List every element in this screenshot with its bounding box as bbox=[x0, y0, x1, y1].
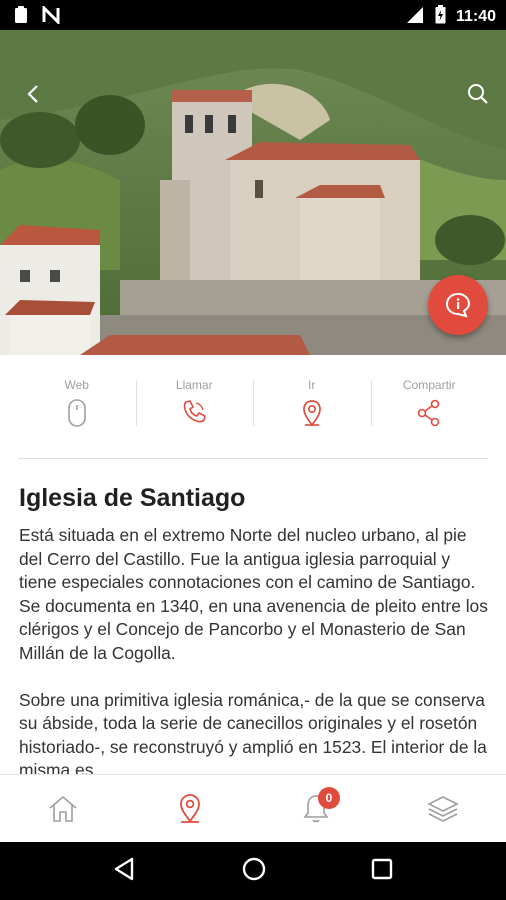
search-button[interactable] bbox=[462, 78, 494, 110]
action-call-label: Llamar bbox=[175, 378, 213, 392]
square-recents-icon bbox=[372, 858, 393, 879]
back-button[interactable] bbox=[18, 78, 50, 110]
location-pin-icon bbox=[300, 398, 324, 431]
action-go-label: Ir bbox=[308, 378, 316, 392]
nav-notifications[interactable]: 0 bbox=[253, 775, 380, 843]
battery-icon bbox=[435, 5, 446, 29]
triangle-back-icon bbox=[114, 857, 133, 880]
status-bar: 11:40 bbox=[0, 0, 506, 30]
nav-map[interactable] bbox=[127, 775, 254, 843]
system-home-button[interactable] bbox=[241, 856, 267, 887]
info-chat-button[interactable] bbox=[428, 275, 488, 335]
clock: 11:40 bbox=[455, 8, 496, 25]
system-back-button[interactable] bbox=[112, 856, 138, 887]
circle-home-icon bbox=[242, 857, 266, 880]
action-go[interactable]: Ir bbox=[253, 372, 371, 438]
home-icon bbox=[49, 795, 77, 822]
mouse-icon bbox=[66, 398, 88, 431]
clipboard-icon bbox=[14, 6, 28, 29]
nav-layers[interactable] bbox=[380, 775, 506, 843]
article-content: Iglesia de Santiago Está situada en el e… bbox=[19, 470, 491, 774]
signal-icon bbox=[405, 6, 425, 29]
bottom-nav: 0 bbox=[0, 774, 506, 843]
system-recents-button[interactable] bbox=[370, 857, 394, 886]
location-pin-icon bbox=[179, 794, 200, 823]
phone-icon bbox=[180, 398, 208, 429]
action-share[interactable]: Compartir bbox=[370, 372, 489, 438]
divider bbox=[18, 458, 488, 459]
share-icon bbox=[415, 398, 443, 431]
n-app-icon bbox=[42, 4, 60, 29]
article-title: Iglesia de Santiago bbox=[19, 484, 246, 512]
system-nav-bar bbox=[0, 842, 506, 900]
layers-icon bbox=[426, 796, 459, 822]
notification-badge: 0 bbox=[318, 787, 340, 809]
action-web-label: Web bbox=[64, 378, 89, 392]
article-paragraph: Sobre una primitiva iglesia románica,- d… bbox=[19, 689, 487, 774]
back-arrow-icon bbox=[27, 85, 38, 103]
article-paragraph: Está situada en el extremo Norte del nuc… bbox=[19, 525, 488, 663]
info-chat-icon bbox=[445, 292, 471, 318]
action-call[interactable]: Llamar bbox=[135, 372, 254, 438]
search-icon bbox=[468, 84, 488, 104]
nav-home[interactable] bbox=[0, 775, 127, 843]
action-share-label: Compartir bbox=[402, 378, 456, 392]
action-web[interactable]: Web bbox=[18, 372, 136, 438]
action-row: Web Llamar Ir Compartir bbox=[18, 372, 488, 438]
